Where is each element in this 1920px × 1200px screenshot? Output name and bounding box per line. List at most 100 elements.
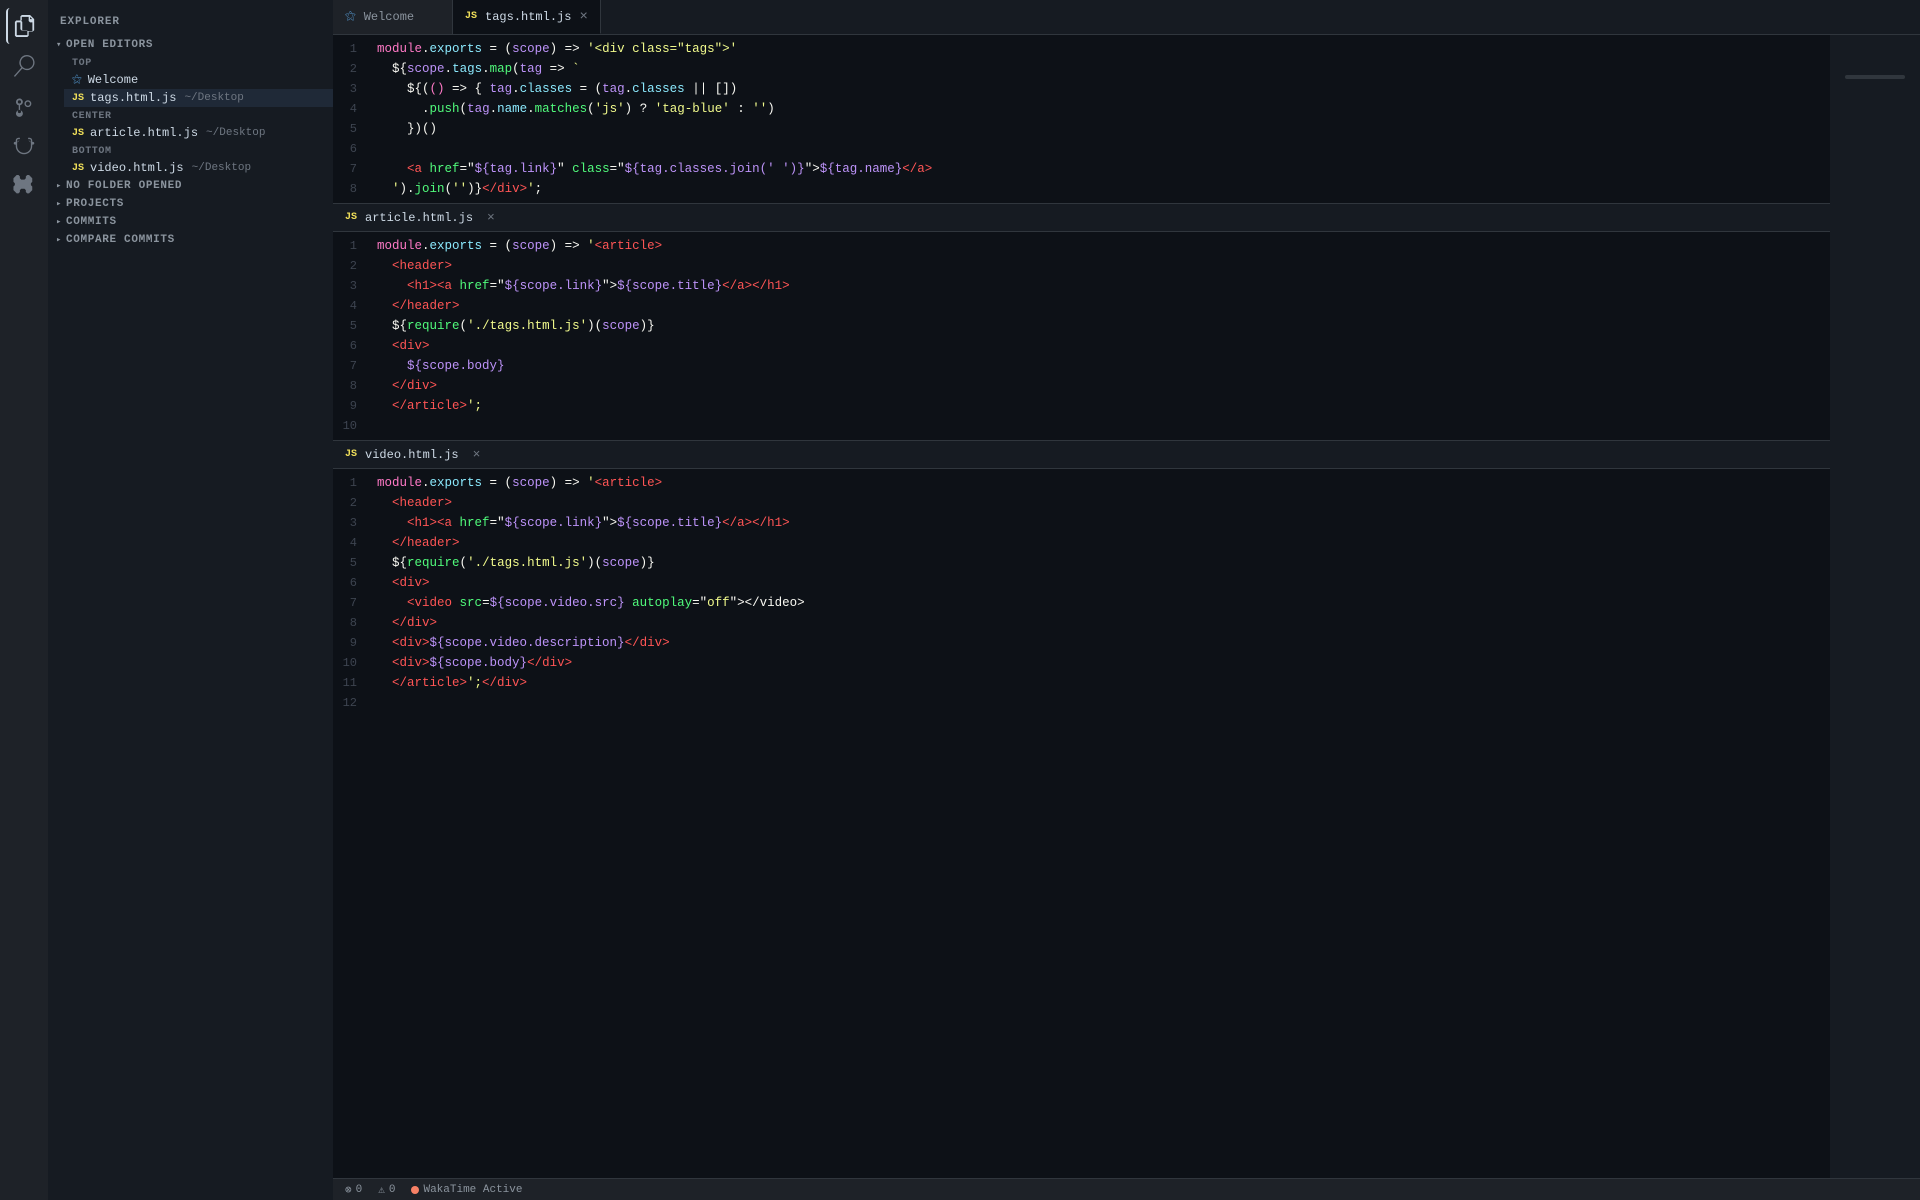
tab-welcome-label: Welcome: [364, 10, 414, 24]
top-label: TOP: [64, 54, 333, 71]
tab-tags[interactable]: JS tags.html.js ×: [453, 0, 601, 34]
tab-bar: ⚝ Welcome JS tags.html.js ×: [333, 0, 1920, 35]
sidebar-file-tags[interactable]: JS tags.html.js ~/Desktop: [64, 89, 333, 107]
code-line: 6 <div>: [333, 336, 1830, 356]
compare-commits-section: ▸ COMPARE COMMITS: [48, 231, 333, 249]
editor-with-scroll: 1 module.exports = (scope) => '<div clas…: [333, 35, 1920, 1178]
top-subsection: TOP ⚝ Welcome JS tags.html.js ~/Desktop: [48, 54, 333, 107]
chevron-right-icon-projects: ▸: [56, 199, 62, 209]
code-line: 9 <div>${scope.video.description}</div>: [333, 633, 1830, 653]
source-control-icon[interactable]: [6, 88, 42, 124]
sidebar-file-welcome[interactable]: ⚝ Welcome: [64, 71, 333, 89]
code-line: 11 </article>';</div>: [333, 673, 1830, 693]
debug-icon[interactable]: [6, 128, 42, 164]
sidebar: EXPLORER ▾ OPEN EDITORS TOP ⚝ Welcome JS…: [48, 0, 333, 1200]
no-folder-label: NO FOLDER OPENED: [66, 180, 182, 192]
code-line: 4 </header>: [333, 533, 1830, 553]
file-name-welcome: Welcome: [88, 73, 138, 87]
code-block-tags: 1 module.exports = (scope) => '<div clas…: [333, 35, 1830, 203]
no-folder-header[interactable]: ▸ NO FOLDER OPENED: [48, 177, 333, 195]
files-icon[interactable]: [6, 8, 42, 44]
article-header: JS article.html.js ×: [333, 203, 1830, 232]
wakatime-dot: [411, 1186, 419, 1194]
code-line: 7 <video src=${scope.video.src} autoplay…: [333, 593, 1830, 613]
code-section-tags: 1 module.exports = (scope) => '<div clas…: [333, 35, 1830, 203]
search-icon[interactable]: [6, 48, 42, 84]
code-line: 12: [333, 693, 1830, 713]
code-line: 10: [333, 416, 1830, 436]
code-section-video: JS video.html.js × 1 module.exports = (s…: [333, 440, 1830, 717]
projects-section: ▸ PROJECTS: [48, 195, 333, 213]
open-editors-label: OPEN EDITORS: [66, 39, 153, 51]
sidebar-file-article[interactable]: JS article.html.js ~/Desktop: [64, 124, 333, 142]
sidebar-title: EXPLORER: [48, 0, 333, 36]
tab-close-button[interactable]: ×: [579, 10, 587, 24]
minimap-panel: [1830, 35, 1920, 1178]
code-line: 6 <div>: [333, 573, 1830, 593]
code-line: 3 ${(() => { tag.classes = (tag.classes …: [333, 79, 1830, 99]
compare-commits-header[interactable]: ▸ COMPARE COMMITS: [48, 231, 333, 249]
file-path-article: ~/Desktop: [206, 127, 265, 139]
code-line: 4 </header>: [333, 296, 1830, 316]
commits-label: COMMITS: [66, 216, 117, 228]
code-line: 7 ${scope.body}: [333, 356, 1830, 376]
warning-count: ⚠ 0: [378, 1183, 395, 1197]
bottom-label: BOTTOM: [64, 142, 333, 159]
code-line: 7 <a href="${tag.link}" class="${tag.cla…: [333, 159, 1830, 179]
wakatime-status: WakaTime Active: [411, 1184, 522, 1196]
code-line: 5 ${require('./tags.html.js')(scope)}: [333, 553, 1830, 573]
js-icon-video: JS: [72, 163, 84, 174]
video-close-button[interactable]: ×: [473, 447, 481, 462]
js-tab-icon: JS: [465, 11, 477, 22]
chevron-right-icon-compare: ▸: [56, 235, 62, 245]
tab-welcome[interactable]: ⚝ Welcome: [333, 0, 453, 34]
tab-tags-label: tags.html.js: [485, 10, 571, 24]
article-close-button[interactable]: ×: [487, 210, 495, 225]
error-count-label: 0: [356, 1184, 363, 1196]
code-line: 3 <h1><a href="${scope.link}">${scope.ti…: [333, 513, 1830, 533]
chevron-right-icon: ▸: [56, 181, 62, 191]
js-icon-article: JS: [72, 128, 84, 139]
code-line: 8 ').join('')}</div>';: [333, 179, 1830, 199]
code-section-article: JS article.html.js × 1 module.exports = …: [333, 203, 1830, 440]
code-line: 8 </div>: [333, 376, 1830, 396]
js-badge-video: JS: [345, 449, 357, 460]
commits-header[interactable]: ▸ COMMITS: [48, 213, 333, 231]
code-line: 3 <h1><a href="${scope.link}">${scope.ti…: [333, 276, 1830, 296]
wakatime-label: WakaTime Active: [423, 1184, 522, 1196]
commits-section: ▸ COMMITS: [48, 213, 333, 231]
chevron-right-icon-commits: ▸: [56, 217, 62, 227]
code-block-video: 1 module.exports = (scope) => '<article>…: [333, 469, 1830, 717]
vscode-tab-icon: ⚝: [345, 11, 356, 23]
projects-label: PROJECTS: [66, 198, 124, 210]
center-label: CENTER: [64, 107, 333, 124]
extensions-icon[interactable]: [6, 168, 42, 204]
scroll-indicator: [1845, 75, 1905, 79]
main-editor: ⚝ Welcome JS tags.html.js × 1 module.exp…: [333, 0, 1920, 1200]
file-path-tags: ~/Desktop: [184, 92, 243, 104]
chevron-down-icon: ▾: [56, 40, 62, 50]
bottom-subsection: BOTTOM JS video.html.js ~/Desktop: [48, 142, 333, 177]
video-file-title: video.html.js: [365, 448, 459, 462]
code-line: 2 <header>: [333, 256, 1830, 276]
projects-header[interactable]: ▸ PROJECTS: [48, 195, 333, 213]
video-header: JS video.html.js ×: [333, 440, 1830, 469]
code-line: 4 .push(tag.name.matches('js') ? 'tag-bl…: [333, 99, 1830, 119]
code-block-article: 1 module.exports = (scope) => '<article>…: [333, 232, 1830, 440]
center-subsection: CENTER JS article.html.js ~/Desktop: [48, 107, 333, 142]
file-name-tags: tags.html.js: [90, 91, 176, 105]
code-line: 8 </div>: [333, 613, 1830, 633]
code-line: 2 ${scope.tags.map(tag => `: [333, 59, 1830, 79]
open-editors-header[interactable]: ▾ OPEN EDITORS: [48, 36, 333, 54]
code-line: 2 <header>: [333, 493, 1830, 513]
editor-content[interactable]: 1 module.exports = (scope) => '<div clas…: [333, 35, 1830, 1178]
code-line: 1 module.exports = (scope) => '<div clas…: [333, 39, 1830, 59]
code-line: 5 })(): [333, 119, 1830, 139]
code-line: 1 module.exports = (scope) => '<article>: [333, 236, 1830, 256]
code-line: 10 <div>${scope.body}</div>: [333, 653, 1830, 673]
status-bar: ⊗ 0 ⚠ 0 WakaTime Active: [333, 1178, 1920, 1200]
sidebar-file-video[interactable]: JS video.html.js ~/Desktop: [64, 159, 333, 177]
warning-count-label: 0: [389, 1184, 396, 1196]
compare-commits-label: COMPARE COMMITS: [66, 234, 175, 246]
code-line: 9 </article>';: [333, 396, 1830, 416]
